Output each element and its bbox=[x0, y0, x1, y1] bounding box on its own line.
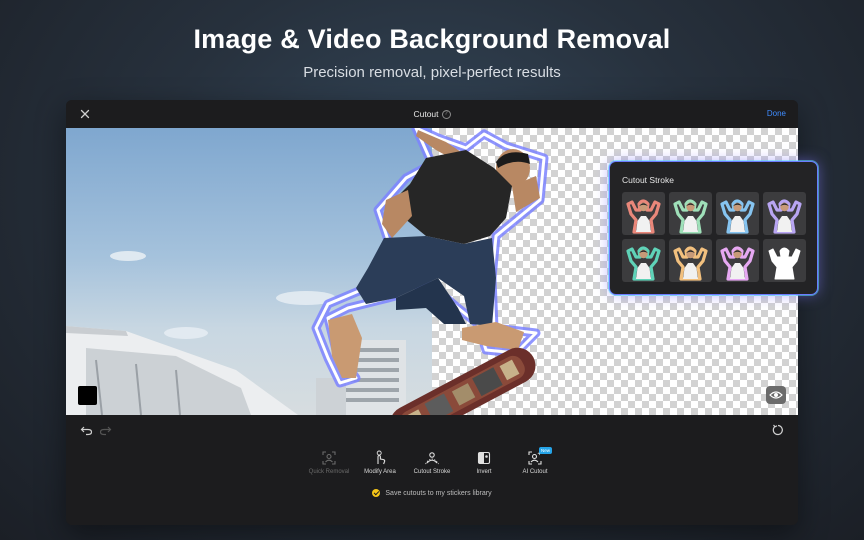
panel-title: Cutout Stroke bbox=[622, 175, 674, 185]
tool-invert[interactable]: Invert bbox=[456, 450, 512, 475]
done-button[interactable]: Done bbox=[767, 109, 786, 118]
bottom-toolbar: Quick Removal Modify Area Cutout Stroke bbox=[66, 415, 798, 525]
stroke-style-orange-stroke[interactable] bbox=[669, 239, 712, 282]
tool-label: Invert bbox=[476, 469, 492, 475]
stroke-person-icon bbox=[425, 452, 439, 465]
stroke-style-pink-stroke[interactable] bbox=[716, 239, 759, 282]
hero-title: Image & Video Background Removal bbox=[193, 24, 671, 54]
save-option-label: Save cutouts to my stickers library bbox=[385, 489, 492, 497]
checkbox-checked-icon[interactable] bbox=[372, 489, 381, 497]
save-to-library-option[interactable]: Save cutouts to my stickers library bbox=[66, 489, 798, 497]
reset-icon[interactable] bbox=[772, 423, 784, 436]
invert-icon bbox=[477, 451, 491, 465]
stroke-style-grid bbox=[622, 192, 806, 284]
stroke-style-red-stroke[interactable] bbox=[622, 192, 665, 235]
undo-icon[interactable] bbox=[80, 423, 93, 436]
page-title: Cutout? bbox=[66, 109, 798, 120]
tool-label: AI Cutout bbox=[522, 469, 548, 475]
stroke-style-white-silhouette[interactable] bbox=[763, 239, 806, 282]
tool-cutout-stroke[interactable]: Cutout Stroke bbox=[404, 450, 460, 475]
stroke-style-purple-stroke[interactable] bbox=[763, 192, 806, 235]
hand-touch-icon bbox=[376, 450, 386, 465]
cutout-stroke-panel: Cutout Stroke bbox=[609, 161, 818, 295]
redo-icon[interactable] bbox=[99, 423, 112, 436]
preview-eye-icon[interactable] bbox=[766, 386, 786, 404]
tool-label: Modify Area bbox=[364, 469, 396, 475]
stroke-style-mint-stroke[interactable] bbox=[622, 239, 665, 282]
person-scan-icon bbox=[322, 451, 336, 465]
background-color-swatch[interactable] bbox=[78, 386, 97, 405]
info-icon[interactable]: ? bbox=[441, 110, 451, 120]
page-title-text: Cutout bbox=[413, 109, 439, 119]
tool-quick-removal[interactable]: Quick Removal bbox=[301, 450, 357, 475]
new-badge: New bbox=[539, 447, 553, 454]
hero-subtitle: Precision removal, pixel-perfect results bbox=[303, 64, 561, 81]
tool-ai-cutout[interactable]: New AI Cutout bbox=[507, 447, 563, 475]
tool-modify-area[interactable]: Modify Area bbox=[352, 450, 408, 475]
stroke-style-green-stroke[interactable] bbox=[669, 192, 712, 235]
tool-label: Quick Removal bbox=[308, 469, 350, 475]
top-bar: Cutout? Done bbox=[66, 100, 798, 128]
stroke-style-blue-stroke[interactable] bbox=[716, 192, 759, 235]
tool-label: Cutout Stroke bbox=[413, 469, 451, 475]
